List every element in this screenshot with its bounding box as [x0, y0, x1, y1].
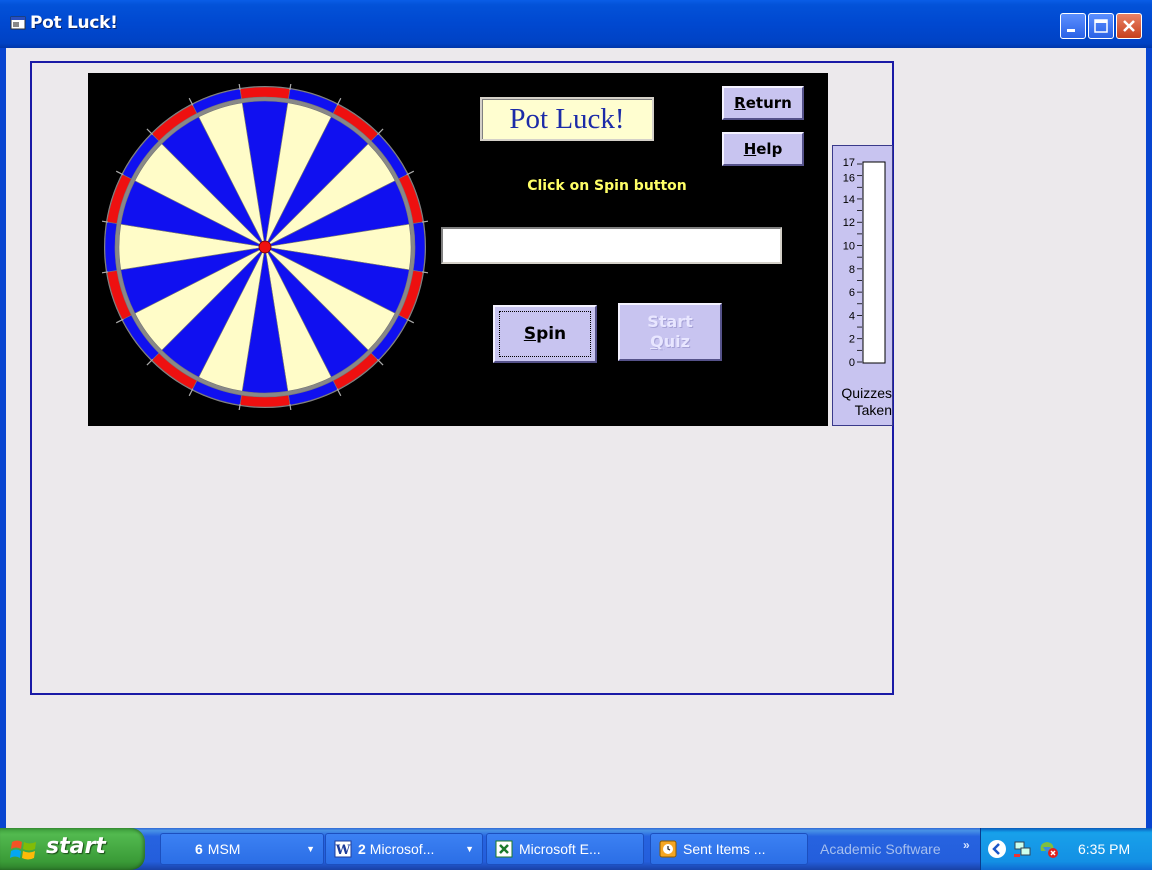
task-label: MSM: [207, 841, 241, 857]
task-count: 2: [358, 841, 366, 857]
windows-logo-icon: [10, 840, 36, 860]
return-button[interactable]: Return: [722, 86, 804, 120]
window-right-border: [1146, 48, 1152, 828]
window-left-border: [0, 48, 6, 828]
taskbar-item-word[interactable]: W 2 Microsof... ▼: [325, 833, 483, 865]
clock[interactable]: 6:35 PM: [1078, 841, 1130, 857]
quizzes-taken-gauge: 17 16 14 12 10 8 6 4 2 0 Quizzes Taken: [832, 145, 893, 426]
start-button[interactable]: start: [0, 828, 145, 870]
maximize-icon: [1094, 19, 1108, 33]
dartboard-ring-segment: [104, 221, 118, 273]
dartboard-wire: [146, 128, 153, 135]
task-count: 6: [195, 841, 203, 857]
pot-luck-logo: Pot Luck!: [480, 97, 654, 141]
maximize-button[interactable]: [1088, 13, 1114, 39]
gauge-tick-label: 17: [843, 157, 855, 169]
word-icon: W: [334, 840, 352, 858]
dartboard-wire: [377, 128, 384, 135]
gauge-caption-line2: Taken: [854, 402, 892, 418]
excel-icon: [495, 840, 513, 858]
gauge-scale: 17 16 14 12 10 8 6 4 2 0: [843, 157, 886, 369]
close-button[interactable]: [1116, 13, 1142, 39]
dartboard-ring-segment: [239, 394, 291, 408]
window-title: Pot Luck!: [30, 13, 118, 33]
gauge-tube: [862, 161, 886, 364]
window-app-icon[interactable]: [10, 16, 26, 30]
dartboard-spinner[interactable]: [102, 84, 428, 410]
taskbar-item-outlook[interactable]: Sent Items ...: [650, 833, 808, 865]
gauge-tick-label: 10: [843, 241, 855, 253]
gauge-caption: Quizzes Taken: [835, 385, 892, 419]
dartboard-ring-segment: [412, 221, 426, 273]
start-label: start: [46, 834, 106, 859]
close-icon: [1123, 20, 1135, 32]
instruction-text: Click on Spin button: [527, 178, 687, 194]
dartboard-ring-segment: [239, 86, 291, 100]
taskbar: start 6 MSM ▼ W 2 Microsof... ▼ Microsof…: [0, 828, 1152, 870]
dartboard-wire: [146, 359, 153, 366]
security-alert-icon[interactable]: [1037, 839, 1059, 859]
gauge-tick-label: 14: [843, 194, 855, 206]
gauge-tick-label: 6: [849, 287, 855, 299]
toolbar-chevron[interactable]: »: [963, 838, 970, 852]
gauge-caption-line1: Quizzes: [841, 385, 892, 401]
task-label: Microsof...: [369, 841, 435, 857]
task-label: Sent Items ...: [683, 841, 766, 857]
academic-software-toolbar[interactable]: Academic Software: [820, 841, 941, 857]
help-button-label: Help: [743, 140, 783, 158]
minimize-icon: [1067, 29, 1075, 32]
focus-rect: [499, 311, 591, 357]
show-hidden-icons-icon[interactable]: [987, 839, 1007, 859]
spin-button[interactable]: Spin: [493, 305, 597, 363]
help-button[interactable]: Help: [722, 132, 804, 166]
start-quiz-button[interactable]: Start Quiz: [618, 303, 722, 361]
gauge-tick-label: 4: [849, 310, 855, 322]
gauge-tick-label: 12: [843, 217, 855, 229]
gauge-tick-label: 8: [849, 264, 855, 276]
dartboard-hub: [258, 240, 272, 254]
gauge-tick-label: 2: [849, 334, 855, 346]
app-window: Pot Luck! Pot Luck! Return Help Click on…: [0, 0, 1152, 828]
chevron-down-icon: ▼: [306, 844, 315, 854]
system-tray: 6:35 PM: [980, 828, 1152, 870]
result-field: [441, 227, 782, 264]
return-button-label: Return: [734, 94, 792, 112]
chevron-down-icon: ▼: [465, 844, 474, 854]
taskbar-item-msm[interactable]: 6 MSM ▼: [160, 833, 324, 865]
gauge-tick-label: 0: [849, 357, 855, 369]
dartboard-wire: [377, 359, 384, 366]
start-quiz-line2: Quiz: [650, 332, 690, 351]
taskbar-item-excel[interactable]: Microsoft E...: [486, 833, 644, 865]
start-quiz-label: Start Quiz: [647, 312, 693, 352]
svg-text:W: W: [335, 843, 351, 858]
outlook-icon: [659, 840, 677, 858]
gauge-tick-label: 16: [843, 173, 855, 185]
minimize-button[interactable]: [1060, 13, 1086, 39]
task-label: Microsoft E...: [519, 841, 601, 857]
title-bar[interactable]: Pot Luck!: [0, 0, 1152, 48]
network-icon[interactable]: [1013, 839, 1033, 859]
start-quiz-line1: Start: [647, 312, 693, 331]
